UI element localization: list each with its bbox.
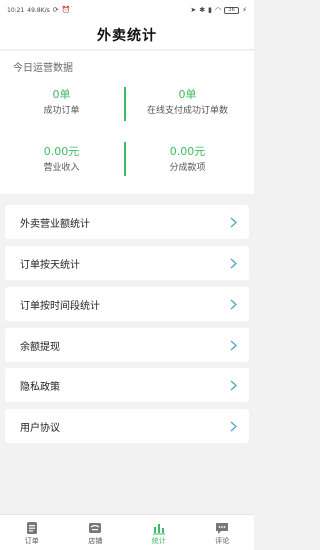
signal-icon: ▮: [208, 5, 212, 14]
page-title: 外卖统计: [97, 27, 157, 44]
tab-orders[interactable]: 订单: [0, 515, 64, 550]
status-left: 10:21 49.8K/s ⟳ ⏰: [7, 5, 71, 14]
menu-item-label: 余额提现: [20, 341, 60, 353]
battery-icon: 36: [224, 6, 240, 14]
tab-label: 店铺: [88, 536, 103, 545]
chart-icon: [152, 523, 165, 534]
stat-revenue: 0.00元 营业收入: [4, 145, 119, 174]
alarm-icon: ⏰: [61, 5, 71, 14]
bluetooth-icon: ✱: [199, 5, 206, 14]
chevron-right-icon: [230, 380, 237, 390]
stat-label: 分成款项: [169, 163, 206, 173]
wifi-icon: ◠: [214, 5, 222, 14]
sync-icon: ⟳: [52, 5, 59, 14]
chevron-right-icon: [230, 340, 237, 350]
stat-label: 在线支付成功订单数: [146, 106, 228, 116]
section-title: 今日运营数据: [13, 63, 73, 74]
divider: [124, 87, 126, 121]
menu-item-label: 隐私政策: [20, 381, 60, 393]
stat-value: 0单: [178, 88, 197, 101]
tab-label: 订单: [24, 536, 39, 545]
bottom-tab-bar: 订单 店铺 统计 评论: [0, 514, 254, 550]
stat-label: 营业收入: [43, 163, 80, 173]
menu-item-orders-by-day[interactable]: 订单按天统计: [5, 246, 249, 280]
status-bar: 10:21 49.8K/s ⟳ ⏰ ➤ ✱ ▮ ◠ 36 ⚡: [0, 0, 254, 20]
header: 外卖统计: [0, 20, 254, 50]
menu-item-withdraw[interactable]: 余额提现: [5, 328, 249, 362]
tab-label: 评论: [215, 536, 230, 545]
stat-label: 成功订单: [43, 106, 80, 116]
location-icon: ➤: [190, 5, 197, 14]
stat-online-paid-orders: 0单 在线支付成功订单数: [130, 88, 245, 117]
stat-commission: 0.00元 分成款项: [130, 145, 245, 174]
stat-value: 0.00元: [43, 145, 80, 158]
tab-comments[interactable]: 评论: [191, 515, 255, 550]
divider: [124, 142, 126, 176]
menu-item-orders-by-time[interactable]: 订单按时间段统计: [5, 287, 249, 321]
menu-item-privacy-policy[interactable]: 隐私政策: [5, 368, 249, 402]
chevron-right-icon: [230, 299, 237, 309]
stat-value: 0单: [52, 88, 71, 101]
order-icon: [26, 521, 37, 534]
chevron-right-icon: [230, 217, 237, 227]
menu-item-label: 订单按天统计: [20, 259, 80, 271]
today-stats-card: 今日运营数据 0单 成功订单 0单 在线支付成功订单数 0.00元 营业收入 0…: [0, 51, 254, 194]
status-network-speed: 49.8K/s: [27, 6, 50, 14]
menu-item-label: 外卖营业额统计: [20, 218, 90, 230]
tab-statistics[interactable]: 统计: [127, 515, 191, 550]
menu-item-user-agreement[interactable]: 用户协议: [5, 409, 249, 443]
tab-store[interactable]: 店铺: [64, 515, 128, 550]
status-time: 10:21: [7, 6, 25, 14]
tab-label: 统计: [151, 536, 166, 545]
status-right: ➤ ✱ ▮ ◠ 36 ⚡: [190, 5, 247, 14]
menu-item-label: 订单按时间段统计: [20, 300, 100, 312]
chevron-right-icon: [230, 258, 237, 268]
menu-item-label: 用户协议: [20, 422, 60, 434]
charging-icon: ⚡: [242, 5, 247, 14]
stat-success-orders: 0单 成功订单: [4, 88, 119, 117]
battery-level: 36: [228, 7, 235, 13]
menu-item-takeout-revenue[interactable]: 外卖营业额统计: [5, 205, 249, 239]
stat-value: 0.00元: [169, 145, 206, 158]
comment-icon: [216, 522, 229, 534]
chevron-right-icon: [230, 421, 237, 431]
store-icon: [89, 522, 102, 533]
